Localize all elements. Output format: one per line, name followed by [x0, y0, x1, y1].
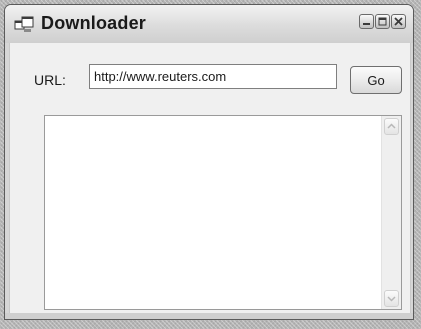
url-label: URL:	[34, 72, 66, 88]
maximize-icon	[378, 17, 387, 26]
close-button[interactable]	[391, 14, 406, 29]
chevron-down-icon	[387, 296, 396, 302]
window-title: Downloader	[41, 13, 147, 33]
vertical-scrollbar[interactable]	[381, 116, 401, 309]
scroll-up-button[interactable]	[384, 118, 399, 135]
window-bottom-border	[5, 313, 413, 319]
title-bar[interactable]: Downloader	[5, 5, 413, 43]
window-client-area: URL: Go	[9, 43, 411, 315]
output-textarea[interactable]	[44, 115, 402, 310]
downloader-window: Downloader URL: Go	[4, 4, 414, 320]
app-window-icon[interactable]	[14, 16, 36, 34]
maximize-button[interactable]	[375, 14, 390, 29]
url-input[interactable]	[89, 64, 337, 89]
close-icon	[394, 17, 403, 26]
chevron-up-icon	[387, 123, 396, 129]
minimize-icon	[363, 23, 370, 25]
go-button[interactable]: Go	[350, 66, 402, 94]
minimize-button[interactable]	[359, 14, 374, 29]
scroll-down-button[interactable]	[384, 290, 399, 307]
